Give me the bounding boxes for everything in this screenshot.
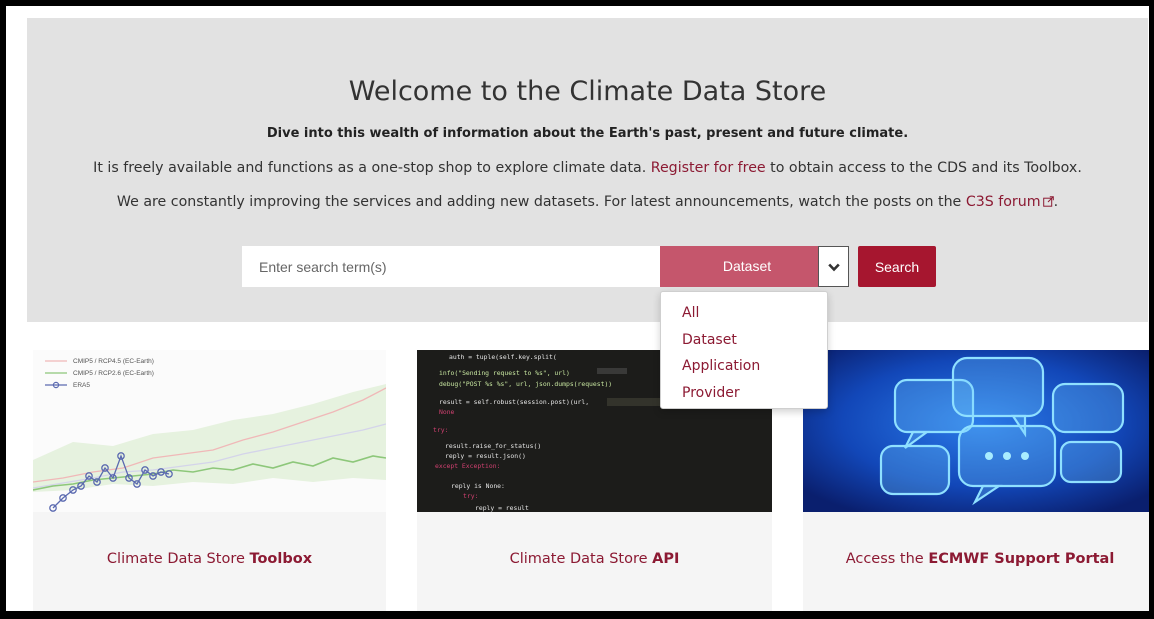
hero-text: to obtain access to the CDS and its Tool…: [765, 160, 1082, 176]
support-card[interactable]: Access the ECMWF Support Portal: [803, 350, 1149, 611]
code-line: info("Sending request to %s", url): [439, 369, 570, 377]
code-line: reply is None:: [451, 482, 505, 490]
api-card-link[interactable]: Climate Data Store API: [417, 551, 772, 567]
dropdown-option-all[interactable]: All: [661, 300, 827, 327]
hero-text: It is freely available and functions as …: [93, 160, 651, 176]
c3s-forum-link[interactable]: C3S forum: [966, 194, 1041, 210]
support-card-link[interactable]: Access the ECMWF Support Portal: [803, 551, 1149, 567]
card-caption-text: Access the: [845, 551, 929, 567]
search-type-dropdown: All Dataset Application Provider: [660, 291, 828, 409]
page-title: Welcome to the Climate Data Store: [348, 76, 827, 107]
hero-description: It is freely available and functions as …: [27, 160, 1148, 176]
card-caption-text: Climate Data Store: [106, 551, 250, 567]
external-link-icon[interactable]: [1041, 196, 1054, 209]
toolbox-card[interactable]: CMIP5 / RCP4.5 (EC-Earth) CMIP5 / RCP2.6…: [33, 350, 386, 611]
register-link[interactable]: Register for free: [651, 160, 766, 176]
dropdown-option-application[interactable]: Application: [661, 353, 827, 380]
toolbox-card-link[interactable]: Climate Data Store Toolbox: [33, 551, 386, 567]
browser-frame: Welcome to the Climate Data Store Dive i…: [0, 0, 1154, 619]
card-caption-bold: Toolbox: [249, 551, 313, 567]
dropdown-option-dataset[interactable]: Dataset: [661, 327, 827, 354]
code-line: reply = result: [475, 504, 529, 512]
toolbox-chart-image: CMIP5 / RCP4.5 (EC-Earth) CMIP5 / RCP2.6…: [33, 350, 386, 512]
search-button[interactable]: Search: [858, 246, 936, 287]
chart-legend-entry: CMIP5 / RCP4.5 (EC-Earth): [73, 358, 154, 365]
hero-announcements: We are constantly improving the services…: [27, 194, 1148, 210]
code-line: None: [439, 408, 455, 416]
hero-subtitle: Dive into this wealth of information abo…: [266, 126, 909, 141]
dropdown-option-provider[interactable]: Provider: [661, 380, 827, 407]
code-line: auth = tuple(self.key.split(: [449, 353, 557, 361]
card-caption-bold: API: [652, 551, 680, 567]
search-type-select[interactable]: Dataset: [660, 246, 818, 287]
select-toggle-button[interactable]: [818, 246, 849, 287]
code-line: result = self.robust(session.post)(url,: [439, 398, 589, 406]
chevron-down-icon: [827, 257, 840, 276]
hero-text: We are constantly improving the services…: [116, 194, 966, 210]
hero-banner: Welcome to the Climate Data Store Dive i…: [27, 18, 1148, 322]
code-line: try:: [463, 492, 478, 500]
hero-text: .: [1053, 194, 1059, 210]
search-input[interactable]: [242, 246, 660, 287]
code-line: try:: [433, 426, 448, 434]
support-chat-image: [803, 350, 1149, 512]
code-line: reply = result.json(): [445, 452, 526, 460]
code-line: result.raise_for_status(): [445, 442, 541, 450]
chart-legend-entry: CMIP5 / RCP2.6 (EC-Earth): [73, 370, 154, 377]
code-line: except Exception:: [435, 462, 500, 470]
card-caption-bold: ECMWF Support Portal: [928, 551, 1115, 567]
chart-legend-entry: ERA5: [73, 382, 90, 389]
code-line: debug("POST %s %s", url, json.dumps(requ…: [439, 380, 612, 388]
card-caption-text: Climate Data Store: [509, 551, 653, 567]
